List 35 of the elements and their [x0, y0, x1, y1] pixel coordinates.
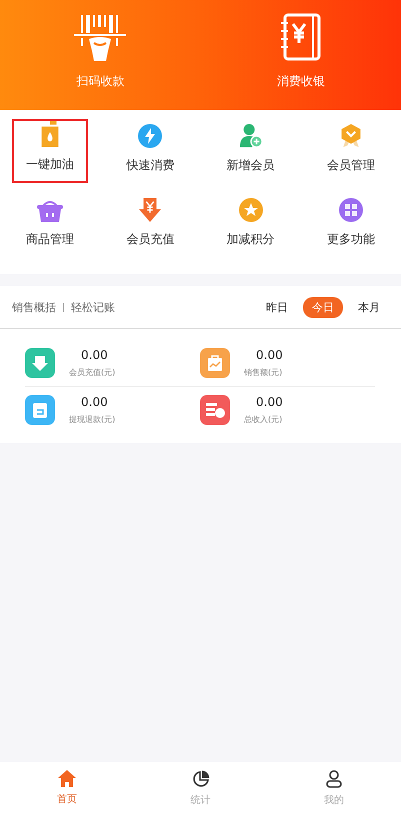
lightning-icon	[138, 124, 162, 148]
stat-label: 总收入(元)	[244, 414, 283, 425]
period-tab[interactable]: 本月	[349, 296, 389, 318]
stat-value: 0.00	[80, 348, 109, 362]
coin-stack-icon	[200, 395, 230, 425]
stat-label: 销售额(元)	[244, 367, 283, 378]
barcode-scanner-icon	[74, 15, 126, 61]
stat-value: 0.00	[255, 395, 283, 409]
add-user-icon	[238, 124, 264, 148]
stat-value: 0.00	[80, 395, 109, 409]
section-title: 销售概括	[12, 300, 56, 314]
grid-icon	[338, 198, 363, 222]
section-subtitle: 轻松记账	[71, 300, 115, 314]
feature-button[interactable]: 新增会员	[212, 122, 289, 184]
period-tab[interactable]: 昨日	[257, 296, 297, 318]
feature-button[interactable]: 会员充值	[112, 196, 188, 258]
pie-chart-icon	[192, 770, 210, 788]
feature-button[interactable]: 加减积分	[212, 196, 289, 258]
feature-button[interactable]: 更多功能	[312, 196, 389, 258]
highlighted-feature-button[interactable]: 一键加油	[12, 119, 88, 183]
ledger-icon	[278, 13, 323, 61]
stat-label: 提现退款(元)	[69, 414, 116, 425]
feature-button[interactable]: 商品管理	[12, 196, 88, 258]
shopping-bag-icon	[200, 348, 230, 378]
feature-button[interactable]: 快速消费	[112, 122, 188, 184]
medal-icon	[338, 124, 363, 148]
user-icon	[326, 770, 342, 788]
stat-value: 0.00	[255, 348, 283, 362]
tab-bar-item[interactable]: 首页	[0, 762, 134, 814]
home-icon	[58, 770, 76, 787]
stat-label: 会员充值(元)	[69, 367, 116, 378]
yen-arrow-icon	[138, 198, 162, 222]
feature-button[interactable]: 会员管理	[312, 122, 389, 184]
basket-icon	[37, 198, 64, 222]
return-note-icon	[25, 395, 55, 425]
